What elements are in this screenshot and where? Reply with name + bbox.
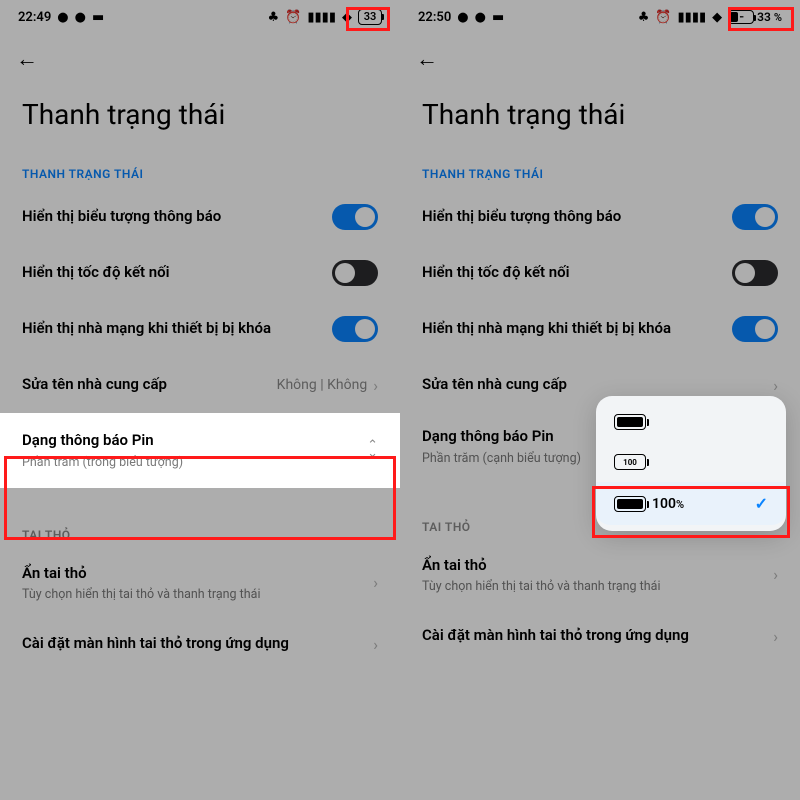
row-subtitle: Tùy chọn hiển thị tai thỏ và thanh trạng… [22,587,363,602]
row-show-carrier-locked[interactable]: Hiển thị nhà mạng khi thiết bị bị khóa [400,301,800,357]
status-bar: 22:49 ● ● ▬ ♣ ⏰ ▮▮▮▮ ◆ 33 [0,0,400,34]
chevron-right-icon: › [373,635,378,654]
row-hide-notch[interactable]: Ẩn tai thỏ Tùy chọn hiển thị tai thỏ và … [400,542,800,609]
alarm-icon: ⏰ [285,11,301,24]
option-label: 100% [652,496,684,512]
notification-icon: ▬ [92,11,104,24]
row-value: Không | Không [277,377,368,393]
messenger-icon: ● [475,11,486,24]
messenger-icon: ● [75,11,86,24]
wifi-icon: ◆ [342,11,352,24]
page-title: Thanh trạng thái [0,72,400,141]
row-title: Ẩn tai thỏ [422,556,763,576]
highlighted-card: Dạng thông báo Pin Phần trăm (trong biểu… [0,413,400,488]
notification-icon: ▬ [492,11,504,24]
icon-label: 100 [623,458,637,467]
chevron-right-icon: › [373,573,378,592]
row-show-notification-icons[interactable]: Hiển thị biểu tượng thông báo [0,189,400,245]
row-subtitle: Phần trăm (trong biểu tượng) [22,455,357,470]
toggle-carrier-locked[interactable] [332,316,378,342]
chevron-right-icon: › [773,565,778,584]
messenger-icon: ● [457,11,468,24]
toggle-connection-speed[interactable] [732,260,778,286]
wifi-icon: ◆ [712,11,722,24]
row-title: Ẩn tai thỏ [22,564,363,584]
chevron-right-icon: › [373,376,378,395]
clock-text: 22:50 [418,10,451,25]
row-hide-notch[interactable]: Ẩn tai thỏ Tùy chọn hiển thị tai thỏ và … [0,550,400,617]
section-header-status: THANH TRẠNG THÁI [400,141,800,189]
row-show-connection-speed[interactable]: Hiển thị tốc độ kết nối [0,245,400,301]
battery-full-icon [614,496,646,512]
messenger-icon: ● [57,11,68,24]
screen-right: 22:50 ● ● ▬ ♣ ⏰ ▮▮▮▮ ◆ ••• 33% ← Thanh t… [400,0,800,800]
row-title: Sửa tên nhà cung cấp [422,375,763,395]
row-title: Hiển thị nhà mạng khi thiết bị bị khóa [22,319,322,339]
dnd-icon: ♣ [268,11,280,24]
stepper-icon: ⌃⌄ [367,442,378,458]
toggle-carrier-locked[interactable] [732,316,778,342]
clock-text: 22:49 [18,10,51,25]
dnd-icon: ♣ [638,11,650,24]
row-show-connection-speed[interactable]: Hiển thị tốc độ kết nối [400,245,800,301]
battery-icon: 33 [358,9,382,25]
signal-icon: ▮▮▮▮ [678,11,707,24]
row-title: Hiển thị nhà mạng khi thiết bị bị khóa [422,319,722,339]
battery-full-icon [614,414,646,430]
section-header-notch: TAI THỎ [0,488,400,550]
popup-option-percent-inside[interactable]: 100 [596,442,786,482]
row-edit-carrier-name[interactable]: Sửa tên nhà cung cấp Không | Không › [0,357,400,413]
back-button[interactable]: ← [16,46,38,72]
toggle-notification-icons[interactable] [732,204,778,230]
row-title: Hiển thị biểu tượng thông báo [22,207,322,227]
chevron-right-icon: › [773,376,778,395]
row-show-notification-icons[interactable]: Hiển thị biểu tượng thông báo [400,189,800,245]
row-battery-style[interactable]: Dạng thông báo Pin Phần trăm (trong biểu… [0,413,400,488]
battery-number-icon: 100 [614,454,646,470]
popup-option-icon-only[interactable] [596,402,786,442]
status-bar: 22:50 ● ● ▬ ♣ ⏰ ▮▮▮▮ ◆ ••• 33% [400,0,800,34]
percent-suffix: % [774,11,782,24]
battery-percent: 33 [757,10,771,24]
screen-left: 22:49 ● ● ▬ ♣ ⏰ ▮▮▮▮ ◆ 33 ← Thanh trạng … [0,0,400,800]
battery-icon: ••• 33% [728,10,782,24]
page-title: Thanh trạng thái [400,72,800,141]
row-title: Sửa tên nhà cung cấp [22,375,267,395]
toggle-notification-icons[interactable] [332,204,378,230]
row-title: Cài đặt màn hình tai thỏ trong ứng dụng [422,626,763,646]
row-title: Hiển thị tốc độ kết nối [22,263,322,283]
row-show-carrier-locked[interactable]: Hiển thị nhà mạng khi thiết bị bị khóa [0,301,400,357]
row-notch-app-settings[interactable]: Cài đặt màn hình tai thỏ trong ứng dụng … [0,616,400,672]
row-title: Hiển thị biểu tượng thông báo [422,207,722,227]
row-title: Cài đặt màn hình tai thỏ trong ứng dụng [22,634,363,654]
chevron-right-icon: › [773,627,778,646]
row-title: Hiển thị tốc độ kết nối [422,263,722,283]
battery-style-popup: 100 100% ✓ [596,396,786,531]
row-notch-app-settings[interactable]: Cài đặt màn hình tai thỏ trong ứng dụng … [400,608,800,664]
popup-option-percent-beside[interactable]: 100% ✓ [596,482,786,525]
signal-icon: ▮▮▮▮ [307,11,336,24]
section-header-status: THANH TRẠNG THÁI [0,141,400,189]
back-button[interactable]: ← [416,46,438,72]
alarm-icon: ⏰ [655,11,671,24]
row-title: Dạng thông báo Pin [22,431,357,451]
row-subtitle: Tùy chọn hiển thị tai thỏ và thanh trạng… [422,579,763,594]
check-icon: ✓ [755,494,768,513]
toggle-connection-speed[interactable] [332,260,378,286]
